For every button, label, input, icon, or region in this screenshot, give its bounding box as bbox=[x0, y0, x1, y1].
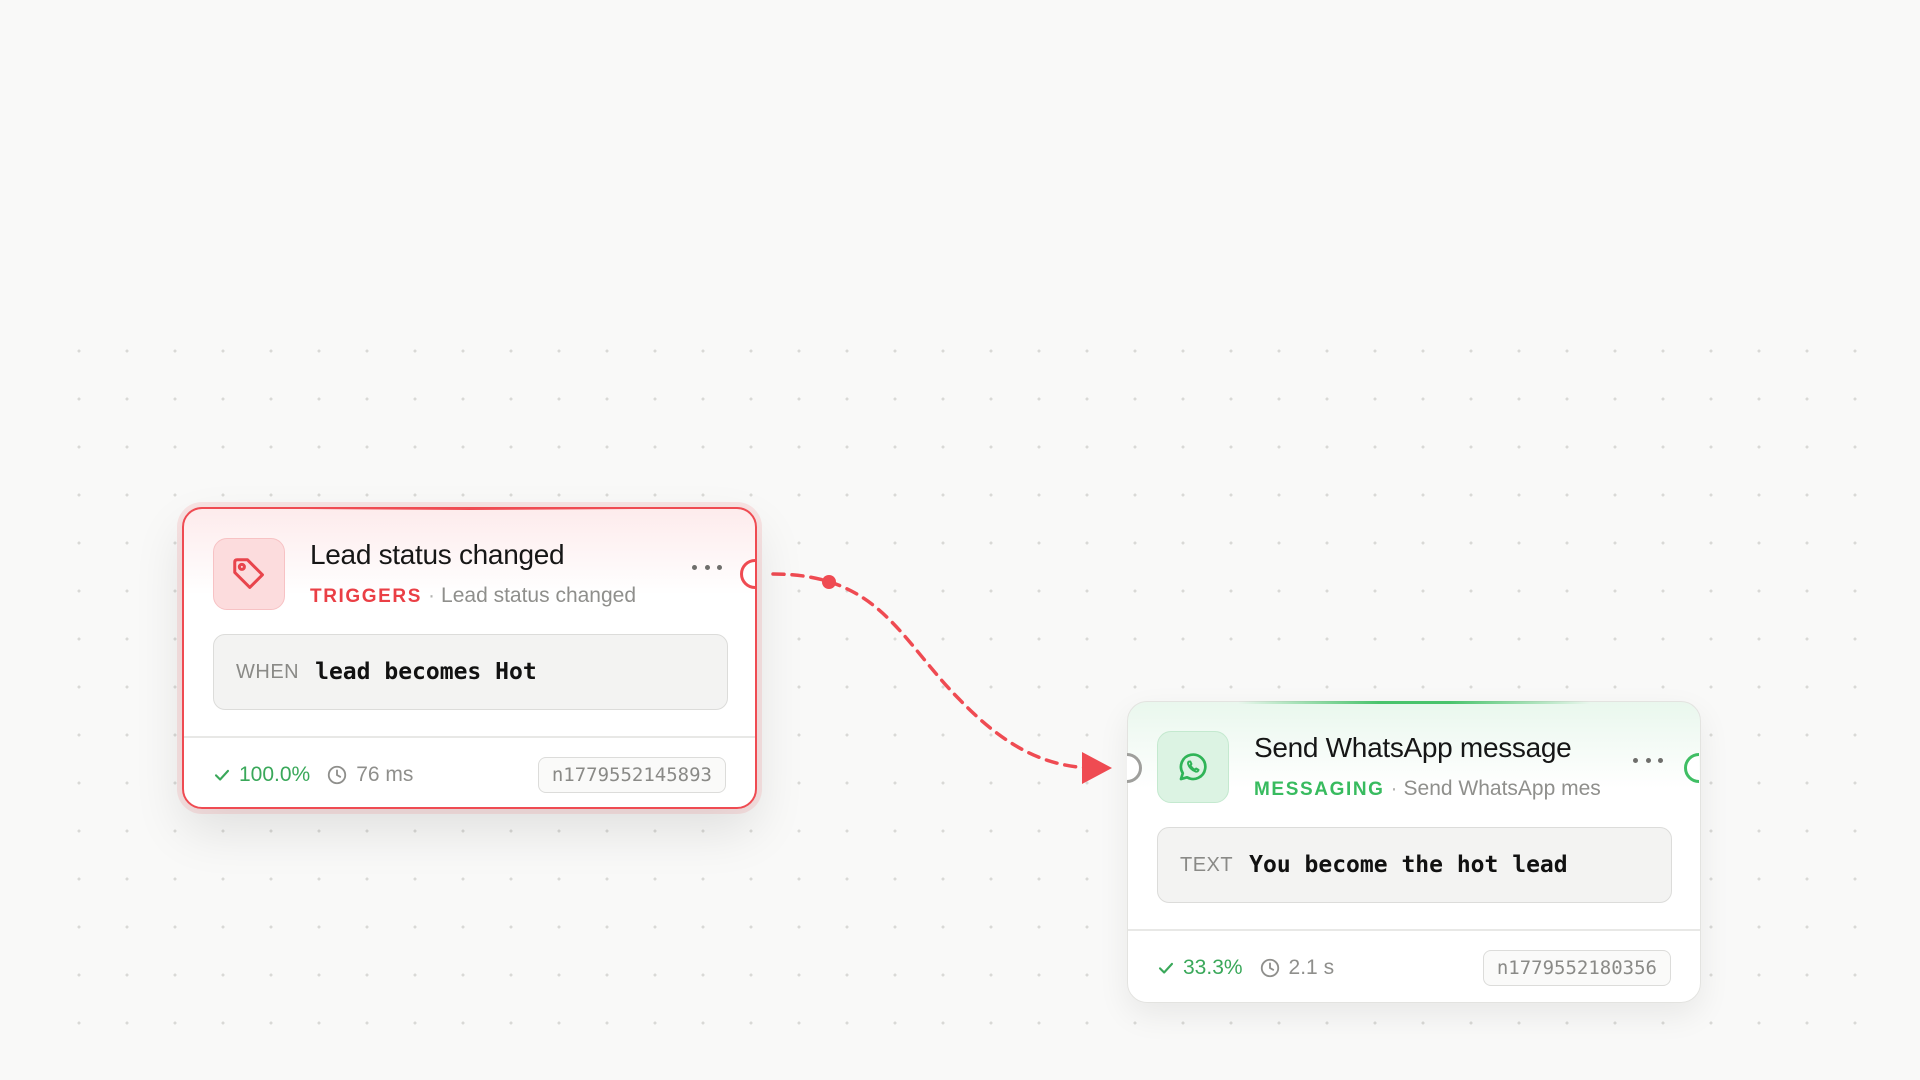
action-icon-box bbox=[1157, 731, 1229, 803]
duration: 2.1 s bbox=[1259, 956, 1335, 980]
node-footer: 100.0% 76 ms n1779552145893 bbox=[213, 754, 726, 796]
config-value: lead becomes Hot bbox=[315, 659, 537, 685]
node-config-summary[interactable]: TEXT You become the hot lead bbox=[1157, 827, 1672, 903]
success-rate: 33.3% bbox=[1157, 956, 1243, 980]
node-category: MESSAGING bbox=[1254, 779, 1385, 800]
trigger-icon-box bbox=[213, 538, 285, 610]
node-title: Lead status changed bbox=[310, 539, 565, 570]
duration-value: 2.1 s bbox=[1288, 956, 1335, 979]
node-divider bbox=[1128, 929, 1700, 931]
node-divider bbox=[184, 736, 755, 738]
tag-icon bbox=[233, 558, 264, 589]
config-value: You become the hot lead bbox=[1249, 852, 1568, 878]
node-id-badge[interactable]: n1779552145893 bbox=[537, 757, 726, 793]
node-subtype: Lead status changed bbox=[441, 584, 637, 607]
whatsapp-icon bbox=[1179, 753, 1207, 781]
success-rate-value: 33.3% bbox=[1183, 956, 1243, 979]
more-options-button[interactable] bbox=[1633, 752, 1663, 768]
node-id-badge[interactable]: n1779552180356 bbox=[1482, 950, 1671, 986]
duration: 76 ms bbox=[326, 763, 413, 787]
check-icon bbox=[214, 769, 230, 781]
config-key: WHEN bbox=[236, 660, 300, 683]
success-rate: 100.0% bbox=[213, 763, 310, 787]
node-config-summary[interactable]: WHEN lead becomes Hot bbox=[213, 634, 728, 710]
subtitle-separator: · bbox=[1390, 777, 1398, 800]
node-category: TRIGGERS bbox=[310, 586, 423, 607]
more-options-button[interactable] bbox=[692, 559, 722, 575]
clock-icon bbox=[328, 765, 347, 785]
clock-icon bbox=[1260, 958, 1279, 978]
check-icon bbox=[1158, 962, 1174, 974]
node-subtitle: MESSAGING·Send WhatsApp message bbox=[1254, 777, 1600, 801]
node-subtype: Send WhatsApp message bbox=[1403, 777, 1600, 800]
success-rate-value: 100.0% bbox=[239, 763, 311, 786]
duration-value: 76 ms bbox=[356, 763, 414, 786]
config-key: TEXT bbox=[1180, 853, 1234, 876]
action-node-whatsapp[interactable]: Send WhatsApp message MESSAGING · Send Wha… bbox=[1127, 701, 1701, 1003]
node-subtitle: TRIGGERS · Lead status changed bbox=[310, 584, 710, 608]
node-footer: 33.3% 2.1 s n1779552180356 bbox=[1157, 947, 1671, 989]
node-title: Send WhatsApp message bbox=[1254, 732, 1572, 763]
subtitle-separator: · bbox=[428, 584, 436, 607]
trigger-node-lead-status[interactable]: Lead status changed TRIGGERS · Lead status… bbox=[182, 507, 757, 809]
